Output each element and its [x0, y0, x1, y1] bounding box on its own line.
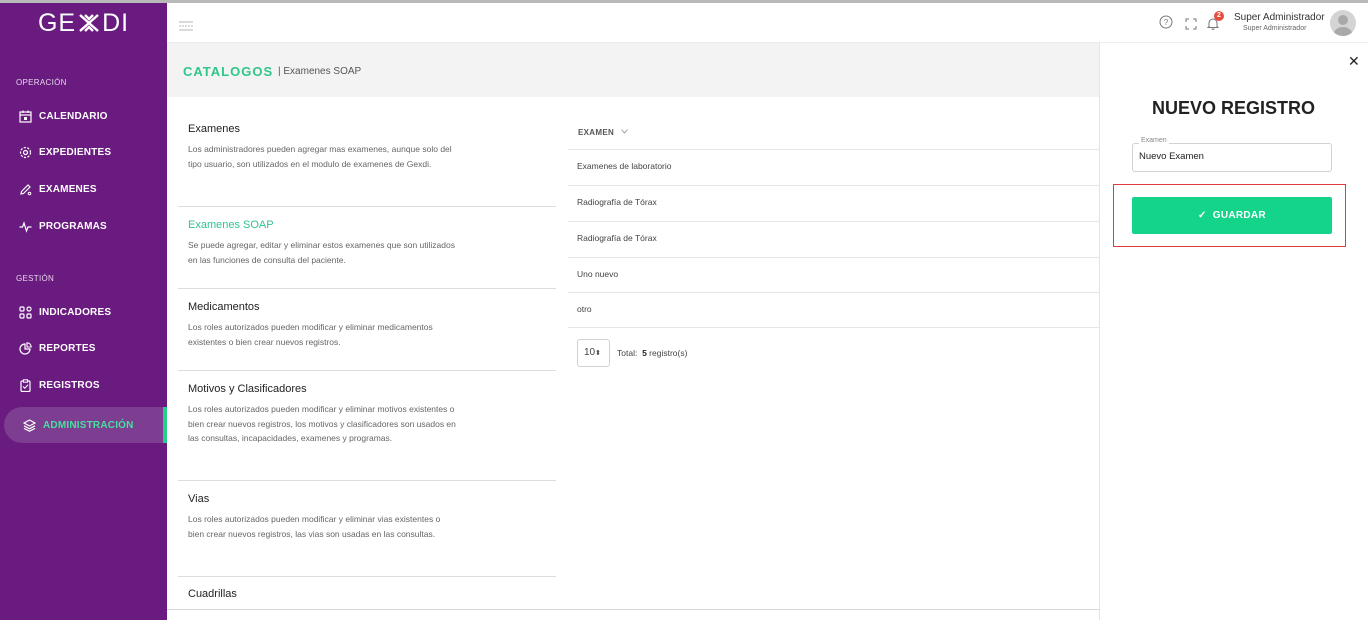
catalog-item-title: Vias	[188, 493, 210, 505]
table-cell: Examenes de laboratorio	[577, 161, 672, 171]
page-title-bar: CATALOGOS | Examenes SOAP	[167, 43, 1099, 97]
close-icon[interactable]: ✕	[1348, 53, 1360, 70]
pencil-icon	[18, 182, 32, 196]
sidebar-item-expedientes[interactable]: EXPEDIENTES	[0, 137, 167, 167]
total-value: 5	[642, 348, 647, 358]
catalog-item-description: Se puede agregar, editar y eliminar esto…	[188, 240, 455, 265]
sidebar-item-indicadores[interactable]: INDICADORES	[0, 297, 167, 327]
table-cell: Radiografía de Tórax	[577, 197, 657, 207]
total-suffix: registro(s)	[649, 348, 688, 358]
sidebar-item-label: INDICADORES	[39, 306, 112, 318]
fullscreen-icon[interactable]	[1185, 17, 1197, 35]
catalog-item-title: Examenes	[188, 123, 240, 135]
sidebar-item-examenes[interactable]: EXAMENES	[0, 174, 167, 204]
catalog-item-description: Los administradores pueden agregar mas e…	[188, 144, 452, 169]
table-row[interactable]: Radiografía de Tórax	[568, 185, 1099, 221]
sidebar: GE DI OPERACIÓN CALENDARIO EXPEDIENTES EX…	[0, 3, 167, 620]
notification-badge: 2	[1214, 11, 1224, 21]
sidebar-item-administracion[interactable]: ADMINISTRACIÓN	[4, 407, 167, 443]
catalog-item-medicamentos[interactable]: Medicamentos Los roles autorizados puede…	[178, 289, 556, 371]
catalog-item-examenes[interactable]: Examenes Los administradores pueden agre…	[178, 97, 556, 207]
page-title: CATALOGOS	[183, 64, 274, 79]
table-cell: otro	[577, 304, 592, 314]
column-header-label: EXAMEN	[578, 128, 615, 137]
sidebar-item-reportes[interactable]: REPORTES	[0, 333, 167, 363]
app-window: GE DI OPERACIÓN CALENDARIO EXPEDIENTES EX…	[0, 0, 1368, 620]
sidebar-item-programas[interactable]: PROGRAMAS	[0, 211, 167, 241]
user-role: Super Administrador	[1243, 25, 1307, 32]
catalog-item-title: Examenes SOAP	[188, 219, 274, 231]
svg-text:?: ?	[1164, 18, 1169, 27]
logo-text-right: DI	[102, 9, 130, 37]
menu-toggle-icon[interactable]	[179, 18, 193, 36]
breadcrumb: | Examenes SOAP	[278, 66, 362, 77]
sidebar-item-label: REPORTES	[39, 342, 96, 354]
catalog-item-title: Medicamentos	[188, 301, 260, 313]
table-cell: Radiografía de Tórax	[577, 233, 657, 243]
new-record-panel	[1099, 43, 1368, 620]
catalog-item-title: Motivos y Clasificadores	[188, 383, 307, 395]
panel-title: NUEVO REGISTRO	[1151, 98, 1316, 118]
layers-icon	[22, 418, 36, 432]
sidebar-item-label: PROGRAMAS	[39, 220, 107, 232]
logo-x-icon	[76, 12, 102, 34]
sidebar-item-calendario[interactable]: CALENDARIO	[0, 101, 167, 131]
sidebar-item-label: EXPEDIENTES	[39, 146, 112, 158]
gear-icon	[18, 145, 32, 159]
page-size-select[interactable]: 10⬍	[577, 339, 610, 367]
grid-icon	[18, 305, 32, 319]
sort-arrows-icon: ⬍	[595, 350, 601, 357]
catalog-item-examenes-soap[interactable]: Examenes SOAP Se puede agregar, editar y…	[178, 207, 556, 289]
sidebar-item-label: ADMINISTRACIÓN	[43, 419, 134, 431]
sidebar-item-registros[interactable]: REGISTROS	[0, 370, 167, 400]
section-gestion: GESTIÓN	[16, 274, 55, 283]
sidebar-item-label: REGISTROS	[39, 379, 100, 391]
sidebar-item-label: EXAMENES	[39, 183, 97, 195]
sidebar-item-label: CALENDARIO	[39, 110, 108, 122]
table-row[interactable]: Uno nuevo	[568, 257, 1099, 293]
table-row[interactable]: Examenes de laboratorio	[568, 149, 1099, 185]
save-button[interactable]: ✓ GUARDAR	[1132, 197, 1332, 234]
pulse-icon	[18, 219, 32, 233]
column-header-examen[interactable]: EXAMEN	[578, 127, 628, 137]
catalog-item-vias[interactable]: Vias Los roles autorizados pueden modifi…	[178, 481, 556, 577]
divider	[167, 609, 1099, 610]
user-name[interactable]: Super Administrador	[1234, 12, 1325, 23]
page-size-value: 10	[584, 347, 596, 358]
table-cell: Uno nuevo	[577, 269, 619, 279]
catalog-item-description: Los roles autorizados pueden modificar y…	[188, 514, 441, 539]
pie-chart-icon	[18, 341, 32, 355]
check-icon: ✓	[1198, 210, 1207, 221]
catalog-list: Examenes Los administradores pueden agre…	[178, 97, 556, 609]
logo-text-left: GE	[37, 9, 77, 37]
table-row[interactable]: otro	[568, 292, 1099, 328]
catalog-item-description: Los roles autorizados pueden modificar y…	[188, 322, 433, 347]
save-button-label: GUARDAR	[1212, 210, 1266, 221]
table-row[interactable]: Radiografía de Tórax	[568, 221, 1099, 257]
calendar-icon	[18, 109, 32, 123]
total-label: Total:	[617, 348, 638, 358]
examen-field-label: Examen	[1139, 137, 1169, 144]
avatar[interactable]	[1330, 10, 1356, 36]
examen-field[interactable]	[1132, 143, 1332, 172]
clipboard-icon	[18, 378, 32, 392]
exam-table: EXAMEN Examenes de laboratorio Radiograf…	[568, 97, 1099, 609]
logo[interactable]: GE DI	[0, 9, 167, 38]
section-operacion: OPERACIÓN	[16, 78, 67, 87]
total-records: Total: 5 registro(s)	[617, 348, 687, 358]
catalog-item-title: Cuadrillas	[188, 588, 237, 600]
catalog-item-cuadrillas[interactable]: Cuadrillas	[178, 577, 556, 609]
help-icon[interactable]: ?	[1159, 15, 1173, 34]
catalog-item-motivos[interactable]: Motivos y Clasificadores Los roles autor…	[178, 371, 556, 481]
catalog-item-description: Los roles autorizados pueden modificar y…	[188, 404, 456, 443]
chevron-down-icon	[620, 127, 628, 136]
examen-input[interactable]	[1139, 151, 1325, 162]
